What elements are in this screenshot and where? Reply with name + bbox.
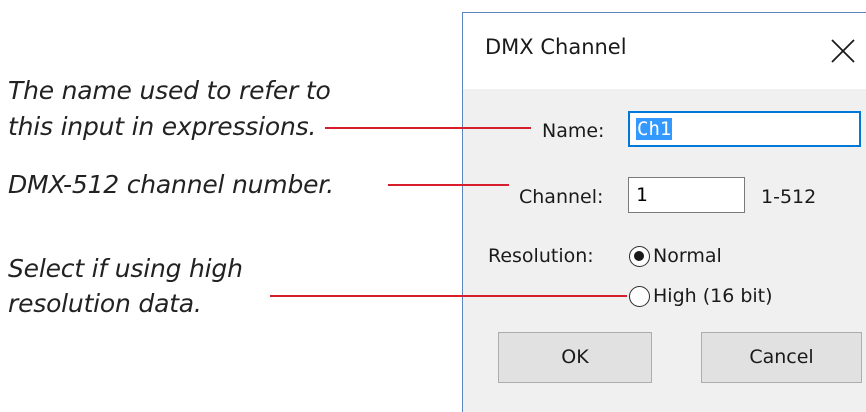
callout-lines <box>270 127 627 297</box>
